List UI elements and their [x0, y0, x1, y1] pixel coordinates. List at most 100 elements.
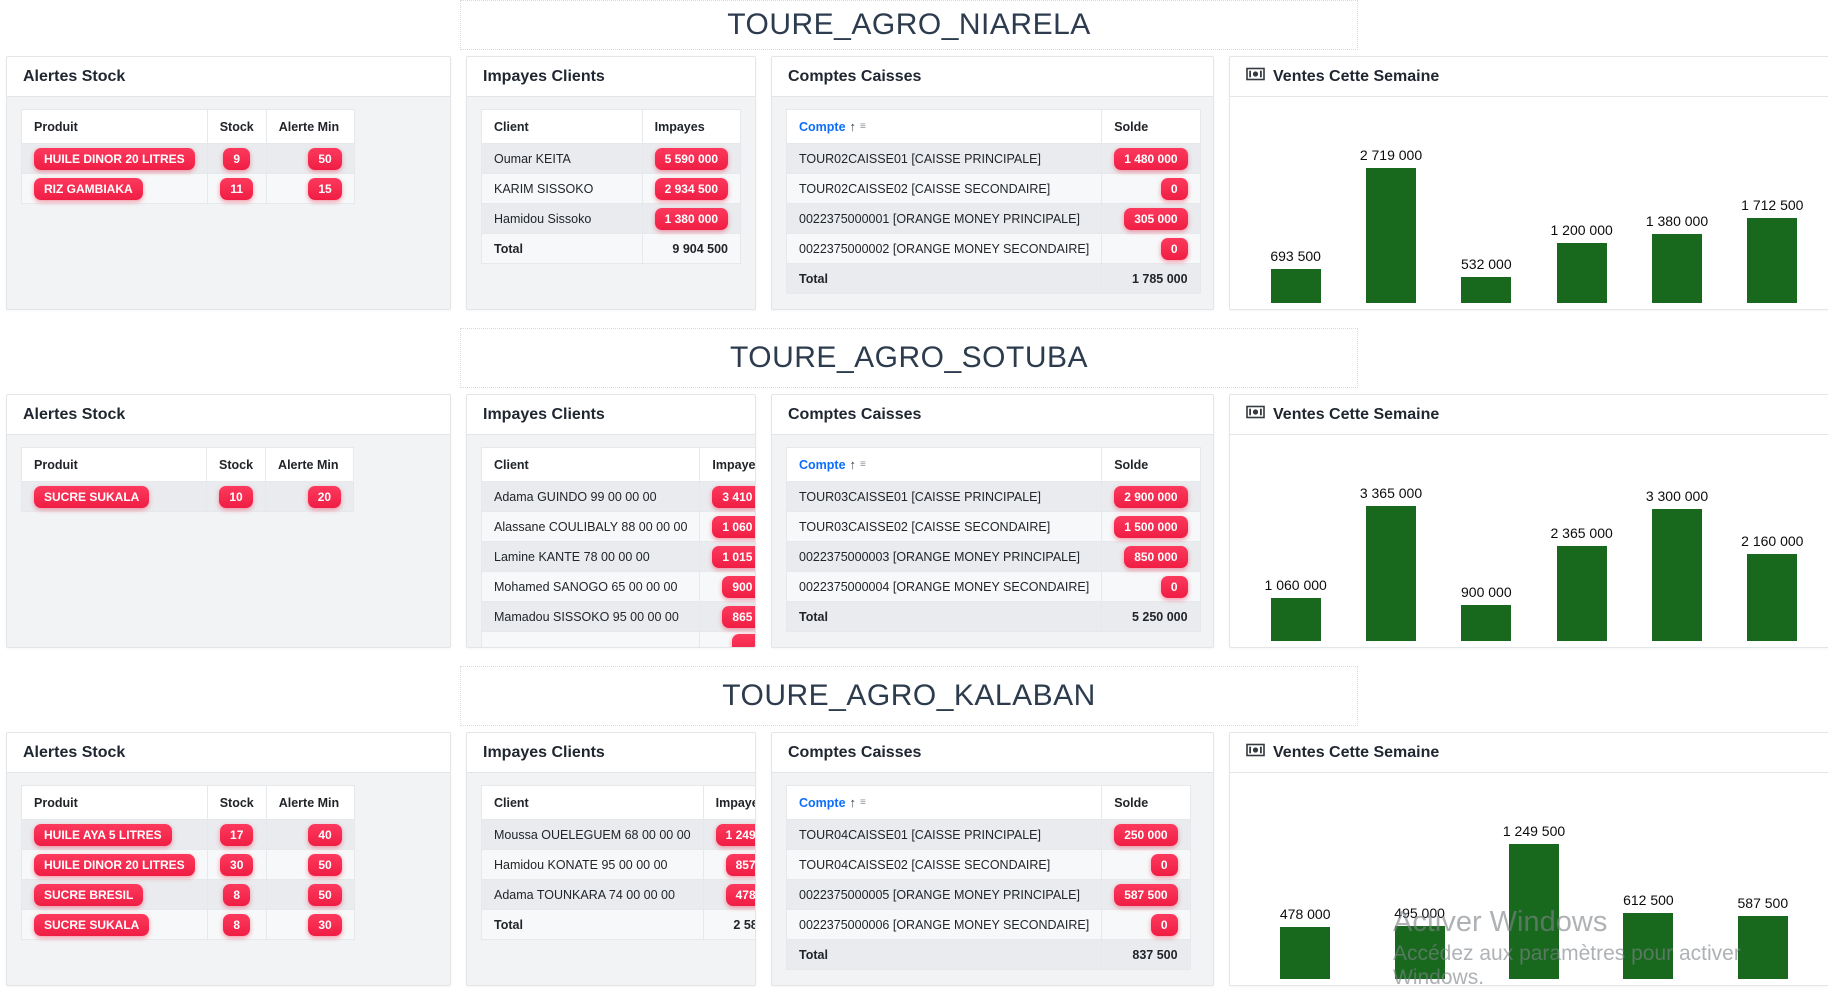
solde-cell: 850 000 [1102, 542, 1200, 572]
solde-cell: 2 900 000 [1102, 482, 1200, 512]
panel-title: Impayes Clients [483, 406, 605, 424]
section-title: TOURE_AGRO_SOTUBA [730, 341, 1088, 375]
col-header-stock: Stock [207, 110, 266, 144]
comptes-caisses-panel: Comptes CaissesCompte↑≡SoldeTOUR02CAISSE… [771, 56, 1214, 310]
table-row: TOUR04CAISSE01 [CAISSE PRINCIPALE]250 00… [787, 820, 1191, 850]
produit-badge: HUILE AYA 5 LITRES [34, 824, 172, 846]
stock-cell: 17 [207, 820, 266, 850]
client-cell: Lamine KANTE 78 00 00 00 [482, 542, 700, 572]
table-row: HUILE DINOR 20 LITRES3050 [22, 850, 355, 880]
bar[interactable] [1366, 168, 1416, 303]
compte-sort-header[interactable]: Compte↑≡ [799, 457, 865, 472]
solde-badge: 0 [1161, 576, 1188, 598]
bar[interactable] [1557, 243, 1607, 303]
alerte-min-cell: 15 [266, 174, 354, 204]
stock-badge: 8 [223, 884, 250, 906]
col-header-alerte-min: Alerte Min [266, 110, 354, 144]
ventes-bar-chart[interactable]: 1 060 0003 365 000900 0002 365 0003 300 … [1244, 469, 1824, 641]
bar[interactable] [1652, 509, 1702, 641]
chart-column: 3 365 000 [1343, 469, 1438, 641]
alerte-min-cell: 50 [266, 850, 354, 880]
bar[interactable] [1738, 916, 1788, 979]
bar[interactable] [1623, 913, 1673, 979]
solde-badge: 1 500 000 [1114, 516, 1187, 538]
solde-badge: 305 000 [1124, 208, 1187, 230]
alerte-min-badge: 50 [308, 854, 341, 876]
compte-sort-header[interactable]: Compte↑≡ [799, 795, 865, 810]
bar[interactable] [1366, 506, 1416, 641]
client-cell: Adama GUINDO 99 00 00 00 [482, 482, 700, 512]
ventes-bar-chart[interactable]: 693 5002 719 000532 0001 200 0001 380 00… [1244, 131, 1824, 303]
compte-cell: 0022375000005 [ORANGE MONEY PRINCIPALE] [787, 880, 1102, 910]
compte-cell: 0022375000006 [ORANGE MONEY SECONDAIRE] [787, 910, 1102, 940]
produit-cell: HUILE AYA 5 LITRES [22, 820, 208, 850]
bar[interactable] [1395, 926, 1445, 979]
table-row: 0022375000002 [ORANGE MONEY SECONDAIRE]0 [787, 234, 1201, 264]
col-header-solde: Solde [1102, 448, 1200, 482]
col-header-client: Client [482, 448, 700, 482]
impayes-cell: 5 590 000 [642, 144, 740, 174]
bar[interactable] [1271, 598, 1321, 641]
table-row: Lamine KANTE 78 00 00 00 1 015 000 [482, 542, 757, 572]
section-title: TOURE_AGRO_NIARELA [727, 8, 1091, 42]
bar[interactable] [1280, 927, 1330, 979]
bar[interactable] [1747, 218, 1797, 303]
bar[interactable] [1747, 554, 1797, 641]
panel-row: Alertes Stock ProduitStockAlerte MinSUCRE… [6, 394, 1828, 648]
col-header-client: Client [482, 786, 704, 820]
compte-cell: 0022375000004 [ORANGE MONEY SECONDAIRE] [787, 572, 1102, 602]
table-row: KARIM SISSOKO2 934 500 [482, 174, 741, 204]
panel-body: Compte↑≡SoldeTOUR04CAISSE01 [CAISSE PRIN… [772, 773, 1213, 982]
bar-value-label: 1 380 000 [1646, 213, 1708, 229]
impayes-clients-table: ClientImpayesAdama GUINDO 99 00 00 003 4… [481, 447, 756, 648]
bar[interactable] [1461, 277, 1511, 303]
bar[interactable] [1557, 546, 1607, 641]
bar-value-label: 587 500 [1738, 895, 1789, 911]
bar-value-label: 2 160 000 [1741, 533, 1803, 549]
sort-list-icon: ≡ [860, 797, 865, 808]
table-row: SUCRE SUKALA1020 [22, 482, 354, 512]
client-cell: Mohamed SANOGO 65 00 00 00 [482, 572, 700, 602]
bar-value-label: 495 000 [1394, 905, 1445, 921]
client-cell: Alassane COULIBALY 88 00 00 00 [482, 512, 700, 542]
table-header-row: ClientImpayes [482, 110, 741, 144]
panel-title: Comptes Caisses [788, 406, 921, 424]
compte-sort-header[interactable]: Compte↑≡ [799, 119, 865, 134]
panel-header: Impayes Clients [467, 57, 755, 97]
col-header-client: Client [482, 110, 643, 144]
stock-badge: 9 [223, 148, 250, 170]
chart-column: 2 160 000 [1725, 469, 1820, 641]
comptes-caisses-panel: Comptes CaissesCompte↑≡SoldeTOUR04CAISSE… [771, 732, 1214, 986]
bar-value-label: 612 500 [1623, 892, 1674, 908]
total-value-cell: 9 904 500 [642, 234, 740, 264]
stock-cell: 8 [207, 910, 266, 940]
stock-cell: 10 [207, 482, 266, 512]
chart-column: 3 300 000 [1629, 469, 1724, 641]
chart-column: 495 000 [1362, 807, 1476, 979]
table-row: Oumar KEITA5 590 000 [482, 144, 741, 174]
bar[interactable] [1509, 844, 1559, 979]
table-header-row: ProduitStockAlerte Min [22, 110, 355, 144]
panel-title: Alertes Stock [23, 406, 125, 424]
bar-value-label: 478 000 [1280, 906, 1331, 922]
sort-list-icon: ≡ [860, 459, 865, 470]
panel-body: ClientImpayesMoussa OUELEGUEM 68 00 00 0… [467, 773, 755, 952]
impayes-clients-panel: Impayes ClientsClientImpayesMoussa OUELE… [466, 732, 756, 986]
solde-badge: 0 [1161, 238, 1188, 260]
impayes-badge: 1 015 000 [712, 546, 756, 568]
table-row: 0022375000001 [ORANGE MONEY PRINCIPALE]3… [787, 204, 1201, 234]
solde-badge: 250 000 [1114, 824, 1177, 846]
compte-cell: TOUR02CAISSE02 [CAISSE SECONDAIRE] [787, 174, 1102, 204]
table-row: TOUR02CAISSE02 [CAISSE SECONDAIRE]0 [787, 174, 1201, 204]
bar[interactable] [1271, 269, 1321, 303]
section-title: TOURE_AGRO_KALABAN [722, 679, 1096, 713]
col-header-solde: Solde [1102, 110, 1200, 144]
solde-badge: 0 [1151, 914, 1178, 936]
table-header-row: ProduitStockAlerte Min [22, 448, 354, 482]
col-header-compte: Compte↑≡ [787, 786, 1102, 820]
bar[interactable] [1461, 605, 1511, 641]
bar[interactable] [1652, 234, 1702, 303]
total-row: Total5 250 000 [787, 602, 1201, 632]
ventes-bar-chart[interactable]: 478 000495 0001 249 500612 500587 500 [1244, 807, 1824, 979]
bar-value-label: 1 200 000 [1551, 222, 1613, 238]
